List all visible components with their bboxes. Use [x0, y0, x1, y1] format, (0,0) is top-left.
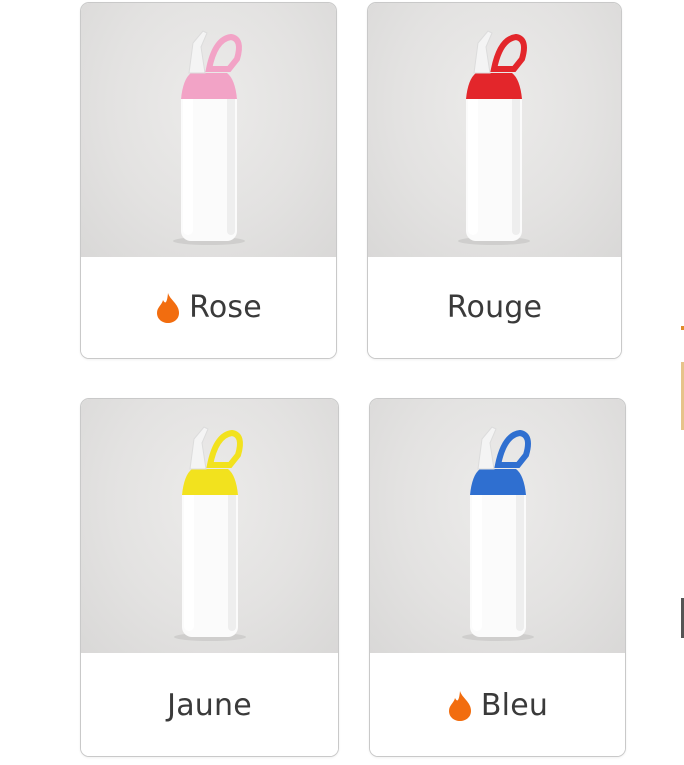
flame-icon [448, 690, 471, 721]
color-option-jaune[interactable]: Jaune [80, 398, 339, 757]
color-option-label: Bleu [480, 688, 549, 723]
color-options-grid: Rose Rouge Jaune Bleu [0, 0, 684, 765]
product-image-rouge [368, 3, 621, 257]
color-option-bleu[interactable]: Bleu [369, 398, 626, 757]
color-option-label: Rose [189, 290, 262, 325]
color-option-caption: Rouge [368, 257, 621, 358]
color-option-rouge[interactable]: Rouge [367, 2, 622, 359]
color-option-rose[interactable]: Rose [80, 2, 337, 359]
color-option-label: Rouge [446, 290, 543, 325]
product-image-jaune [81, 399, 338, 653]
product-image-rose [81, 3, 336, 257]
flame-icon [157, 292, 180, 323]
color-option-caption: Jaune [81, 655, 338, 756]
color-option-caption: Bleu [370, 655, 625, 756]
color-option-caption: Rose [81, 257, 336, 358]
color-option-label: Jaune [167, 688, 252, 723]
product-image-bleu [370, 399, 625, 653]
